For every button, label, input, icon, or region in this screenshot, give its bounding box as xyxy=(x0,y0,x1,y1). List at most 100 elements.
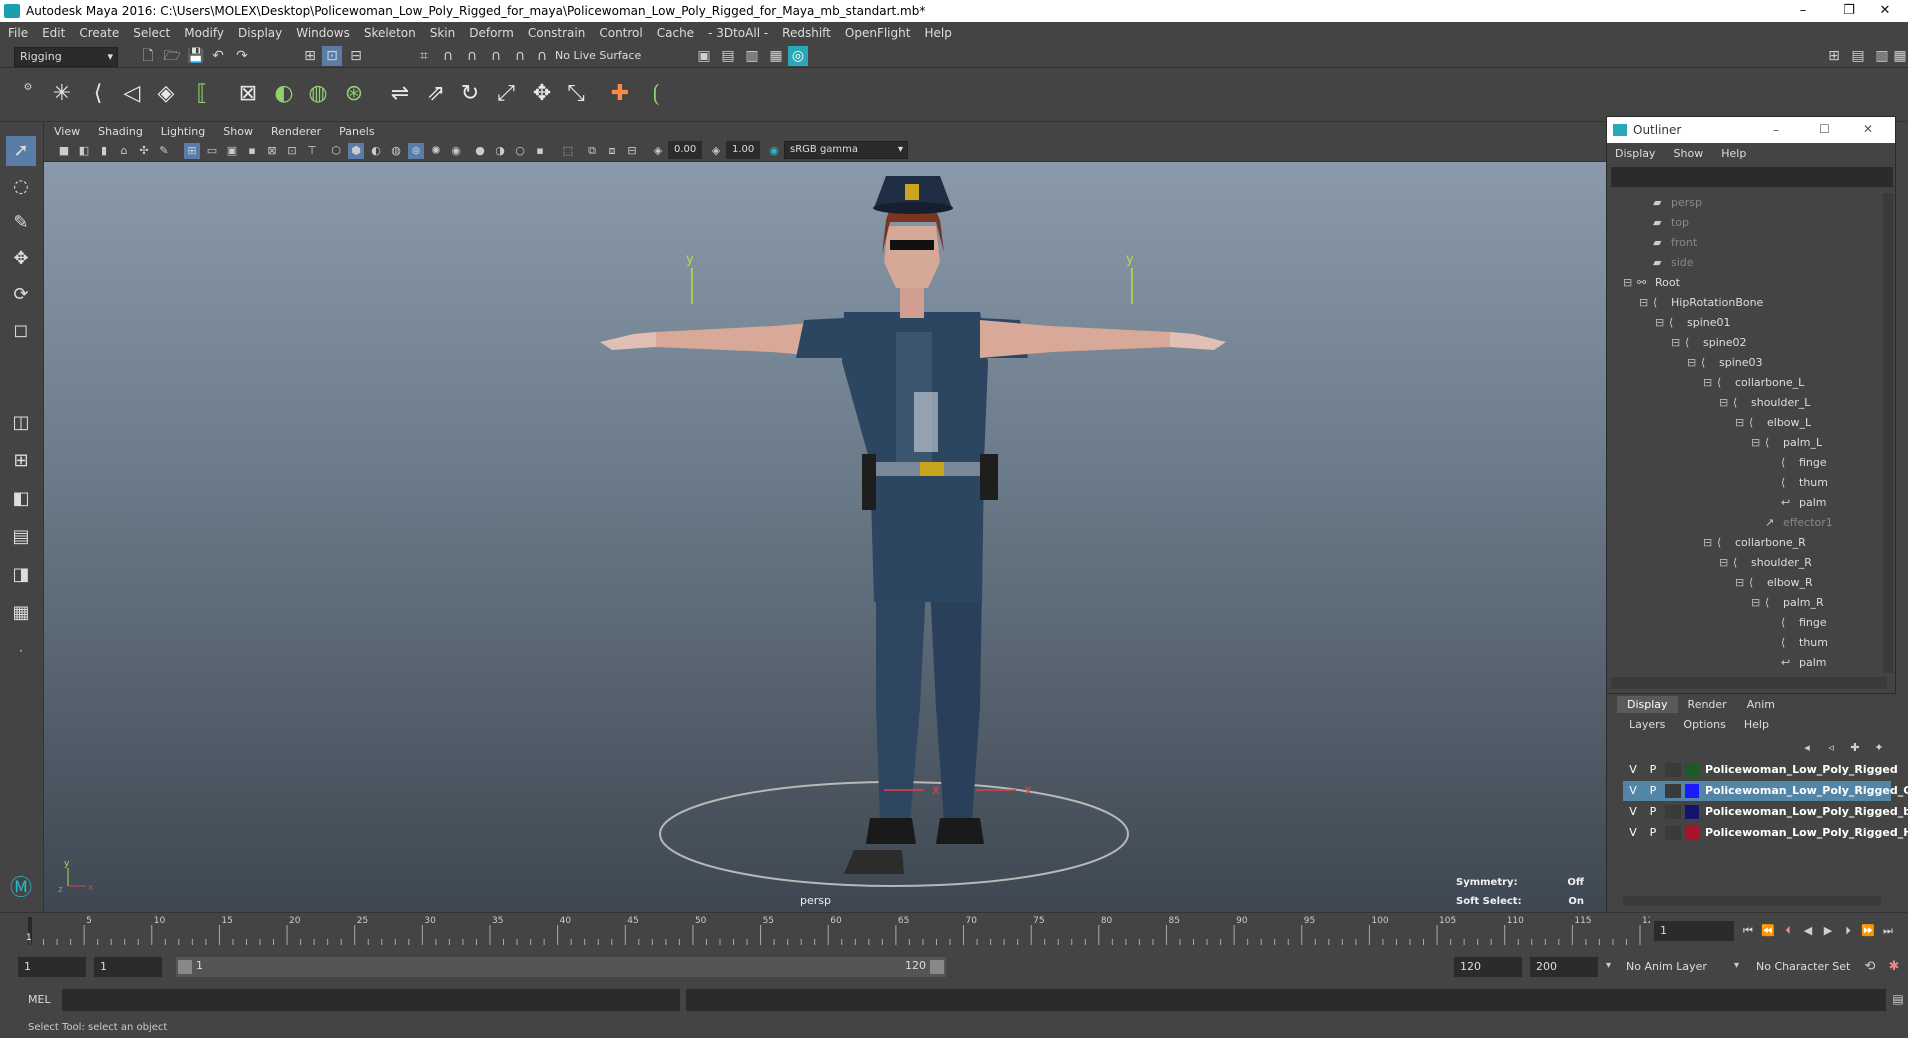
outliner-menu-show[interactable]: Show xyxy=(1674,147,1704,160)
outliner-item[interactable]: ⊟ ⟨ spine03 xyxy=(1687,353,1763,373)
menu-help[interactable]: Help xyxy=(924,26,951,40)
maximize-icon[interactable]: ☐ xyxy=(1819,122,1830,136)
color-management-icon[interactable]: ◉ xyxy=(766,143,782,159)
outliner-scrollbar[interactable] xyxy=(1883,193,1893,673)
outliner-item[interactable]: ⊟ ⟨ collarbone_R xyxy=(1703,533,1806,553)
layer-color-swatch[interactable] xyxy=(1685,826,1699,840)
menu-openflight[interactable]: OpenFlight xyxy=(845,26,911,40)
layer-playback-toggle[interactable]: P xyxy=(1645,760,1661,780)
menu-select[interactable]: Select xyxy=(133,26,170,40)
character-set-field[interactable]: No Character Set xyxy=(1750,957,1868,977)
layer-playback-toggle[interactable]: P xyxy=(1645,823,1661,843)
select-tool-icon[interactable]: ➚ xyxy=(6,136,36,166)
menu-constrain[interactable]: Constrain xyxy=(528,26,586,40)
vp-menu-lighting[interactable]: Lighting xyxy=(161,125,205,138)
grid-icon[interactable]: ⊞ xyxy=(184,143,200,159)
move-layer-down-icon[interactable]: ◃ xyxy=(1821,738,1841,758)
outliner-item[interactable]: ⊟ ⟨ shoulder_L xyxy=(1719,393,1810,413)
gate-mask-icon[interactable]: ▪ xyxy=(244,143,260,159)
field-chart-icon[interactable]: ⊠ xyxy=(264,143,280,159)
wireframe-on-shaded-icon[interactable]: ◍ xyxy=(388,143,404,159)
isolate-select-icon[interactable]: ⬚ xyxy=(560,143,576,159)
menu-create[interactable]: Create xyxy=(79,26,119,40)
colorspace-dropdown[interactable]: sRGB gamma ▾ xyxy=(784,141,908,159)
exposure-field[interactable]: 0.00 xyxy=(668,141,702,159)
ipr-render-icon[interactable]: ▥ xyxy=(742,46,762,66)
interactive-bind-icon[interactable]: ◍ xyxy=(302,78,334,110)
expand-toggle-icon[interactable]: ⊟ xyxy=(1735,573,1749,593)
vp-menu-shading[interactable]: Shading xyxy=(98,125,143,138)
vp-menu-view[interactable]: View xyxy=(54,125,80,138)
layer-scrollbar[interactable] xyxy=(1623,896,1881,906)
expand-toggle-icon[interactable]: ⊟ xyxy=(1623,273,1637,293)
mirror-joint-icon[interactable]: ◁ xyxy=(116,78,148,110)
outliner-menu-display[interactable]: Display xyxy=(1615,147,1656,160)
layer-color-swatch[interactable] xyxy=(1685,784,1699,798)
scale-constraint-icon[interactable]: ⤢ xyxy=(490,78,522,110)
outliner-item[interactable]: ⟨ finge xyxy=(1767,453,1827,473)
camera-attr-icon[interactable]: ◧ xyxy=(76,143,92,159)
outliner-item[interactable]: ⊟ ⟨ spine02 xyxy=(1671,333,1747,353)
outliner-item[interactable]: ⊟ ⟨ elbow_R xyxy=(1735,573,1813,593)
workspace-icon[interactable]: ⊞ xyxy=(1824,46,1844,66)
hypershade-layout-icon[interactable]: ▦ xyxy=(6,598,36,628)
layer-color-swatch[interactable] xyxy=(1685,763,1699,777)
layer-row[interactable]: V P Policewoman_Low_Poly_Rigged_He xyxy=(1623,823,1908,843)
expand-toggle-icon[interactable]: ⊟ xyxy=(1719,553,1733,573)
tab-render[interactable]: Render xyxy=(1678,696,1737,713)
snap-surface-icon[interactable]: ∩ xyxy=(510,46,530,66)
move-tool-icon[interactable]: ✥ xyxy=(6,244,36,274)
outliner-item[interactable]: ↩ palm xyxy=(1767,493,1827,513)
expand-toggle-icon[interactable]: ⊟ xyxy=(1751,433,1765,453)
locator-icon[interactable]: ✚ xyxy=(604,78,636,110)
redo-icon[interactable]: ↷ xyxy=(232,46,252,66)
new-scene-icon[interactable]: 🗋 xyxy=(138,46,158,66)
paint-weights-icon[interactable]: ⊛ xyxy=(338,78,370,110)
tab-display[interactable]: Display xyxy=(1617,696,1678,713)
scale-tool-icon[interactable]: ◻ xyxy=(6,316,36,346)
layer-display-type[interactable] xyxy=(1665,784,1681,798)
outliner-item[interactable]: ▰ front xyxy=(1639,233,1697,253)
layer-row[interactable]: V P Policewoman_Low_Poly_Rigged_Co xyxy=(1623,781,1908,801)
snap-center-icon[interactable]: ∩ xyxy=(532,46,552,66)
anti-alias-icon[interactable]: ○ xyxy=(512,143,528,159)
outliner-item[interactable]: ⊟ ⚯ Root xyxy=(1623,273,1680,293)
shelf-options-icon[interactable]: ⚙ xyxy=(18,78,38,98)
xray-joints-icon[interactable]: ⧈ xyxy=(604,143,620,159)
undo-icon[interactable]: ↶ xyxy=(208,46,228,66)
render-settings-icon[interactable]: ▦ xyxy=(766,46,786,66)
command-language[interactable]: MEL xyxy=(28,993,51,1006)
wireframe-icon[interactable]: ⬡ xyxy=(328,143,344,159)
layer-row[interactable]: V P Policewoman_Low_Poly_Rigged xyxy=(1623,760,1898,780)
select-hierarchy-icon[interactable]: ⊞ xyxy=(300,46,320,66)
expand-toggle-icon[interactable]: ⊟ xyxy=(1703,533,1717,553)
menu-control[interactable]: Control xyxy=(599,26,642,40)
layer-visibility-toggle[interactable]: V xyxy=(1625,802,1641,822)
single-view-icon[interactable]: ◫ xyxy=(6,408,36,438)
range-handle-start[interactable] xyxy=(178,960,192,974)
range-handle-end[interactable] xyxy=(930,960,944,974)
menu-display[interactable]: Display xyxy=(238,26,282,40)
expand-toggle-icon[interactable]: ⊟ xyxy=(1671,333,1685,353)
move-layer-up-icon[interactable]: ◂ xyxy=(1797,738,1817,758)
scene-start-field[interactable]: 1 xyxy=(18,957,86,977)
minimize-icon[interactable]: – xyxy=(1773,123,1779,137)
step-forward-icon[interactable]: ⏩ xyxy=(1858,921,1878,941)
exposure-icon[interactable]: ◈ xyxy=(650,143,666,159)
expand-toggle-icon[interactable]: ⊟ xyxy=(1703,373,1717,393)
vp-menu-renderer[interactable]: Renderer xyxy=(271,125,321,138)
motion-blur-icon[interactable]: ◑ xyxy=(492,143,508,159)
outliner-tree[interactable]: ▰ persp ▰ top ▰ front ▰ side ⊟ ⚯ Root ⊟ ⟨ HipRotat… xyxy=(1607,193,1887,673)
smooth-bind-icon[interactable]: ◐ xyxy=(268,78,300,110)
grease-pencil-icon[interactable]: ✎ xyxy=(156,143,172,159)
menu-edit[interactable]: Edit xyxy=(42,26,65,40)
select-component-icon[interactable]: ⊟ xyxy=(346,46,366,66)
expand-toggle-icon[interactable]: ⊟ xyxy=(1687,353,1701,373)
textured-icon[interactable]: ⊛ xyxy=(408,143,424,159)
layer-menu-options[interactable]: Options xyxy=(1683,718,1725,731)
outliner-item[interactable]: ▰ side xyxy=(1639,253,1694,273)
outliner-item[interactable]: ⊟ ⟨ shoulder_R xyxy=(1719,553,1812,573)
snap-grid-icon[interactable]: ⌗ xyxy=(414,46,434,66)
xray-components-icon[interactable]: ⊟ xyxy=(624,143,640,159)
outliner-item[interactable]: ⟨ thum xyxy=(1767,473,1828,493)
